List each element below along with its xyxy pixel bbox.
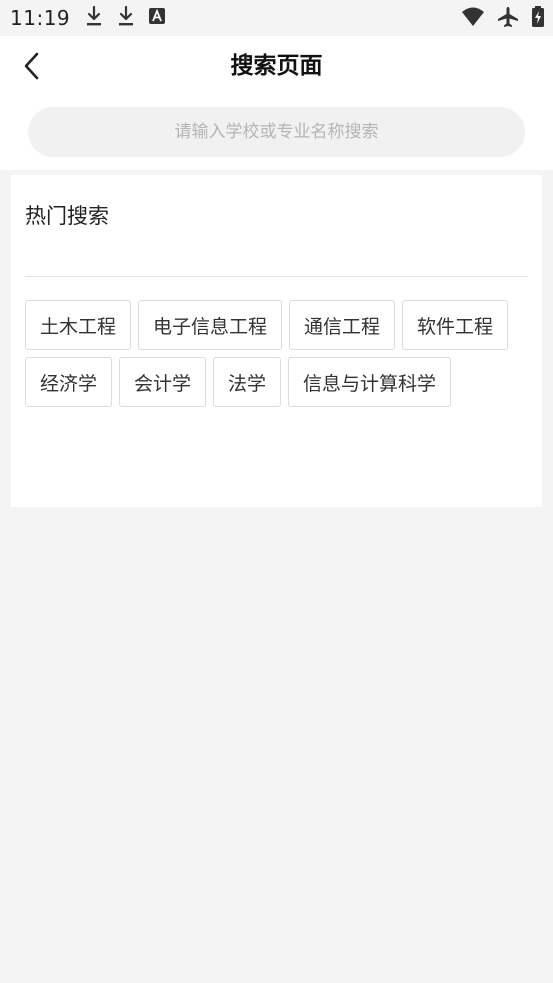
status-time: 11:19 xyxy=(10,6,71,30)
battery-charging-icon xyxy=(531,6,545,32)
divider xyxy=(25,276,528,277)
download-icon xyxy=(84,5,104,31)
hot-search-tag[interactable]: 土木工程 xyxy=(25,300,132,350)
font-a-icon xyxy=(148,7,166,29)
hot-search-tag[interactable]: 会计学 xyxy=(119,357,207,407)
hot-search-tags: 土木工程 电子信息工程 通信工程 软件工程 经济学 会计学 法学 信息与计算科学 xyxy=(25,300,530,407)
airplane-icon xyxy=(497,6,519,32)
page-title: 搜索页面 xyxy=(230,53,323,79)
hot-search-tag[interactable]: 通信工程 xyxy=(289,300,396,350)
hot-search-tag[interactable]: 经济学 xyxy=(25,357,113,407)
hot-search-tag[interactable]: 电子信息工程 xyxy=(138,300,283,350)
hot-search-card: 热门搜索 土木工程 电子信息工程 通信工程 软件工程 经济学 会计学 法学 信息… xyxy=(11,175,542,507)
header: 搜索页面 xyxy=(0,36,553,170)
status-bar: 11:19 xyxy=(0,0,553,36)
hot-search-title: 热门搜索 xyxy=(25,204,109,228)
status-right-icons xyxy=(461,6,545,32)
wifi-icon xyxy=(461,6,485,32)
status-left-icons xyxy=(84,5,166,31)
download-icon xyxy=(116,5,136,31)
hot-search-tag[interactable]: 软件工程 xyxy=(402,300,509,350)
hot-search-tag[interactable]: 法学 xyxy=(213,357,282,407)
hot-search-tag[interactable]: 信息与计算科学 xyxy=(288,357,452,407)
search-input[interactable] xyxy=(28,107,525,157)
